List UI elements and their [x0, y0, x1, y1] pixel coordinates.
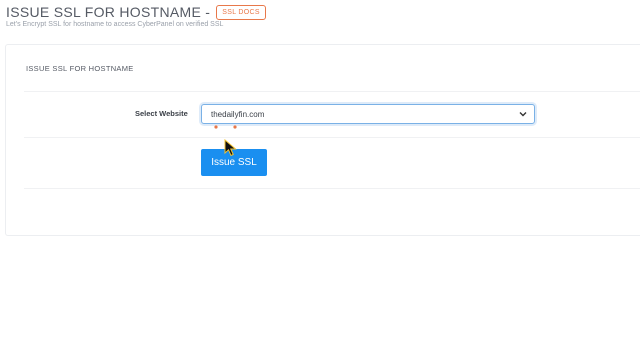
cursor-trail-decoration: [214, 125, 237, 129]
select-website-label: Select Website: [135, 109, 188, 118]
page-subtitle: Let's Encrypt SSL for hostname to access…: [6, 21, 224, 28]
page-header: ISSUE SSL FOR HOSTNAME - SSL DOCS: [6, 4, 266, 20]
page-title: ISSUE SSL FOR HOSTNAME -: [6, 4, 211, 20]
divider: [24, 137, 640, 138]
panel-heading: ISSUE SSL FOR HOSTNAME: [26, 64, 134, 73]
divider: [24, 91, 640, 92]
ssl-docs-link[interactable]: SSL DOCS: [216, 4, 266, 20]
select-website-value: thedailyfin.com: [211, 110, 265, 119]
select-website-dropdown[interactable]: thedailyfin.com: [201, 104, 535, 124]
divider: [24, 188, 640, 189]
mouse-cursor-icon: [224, 139, 237, 157]
issue-ssl-panel: ISSUE SSL FOR HOSTNAME Select Website th…: [5, 44, 640, 236]
chevron-down-icon: [519, 112, 527, 117]
